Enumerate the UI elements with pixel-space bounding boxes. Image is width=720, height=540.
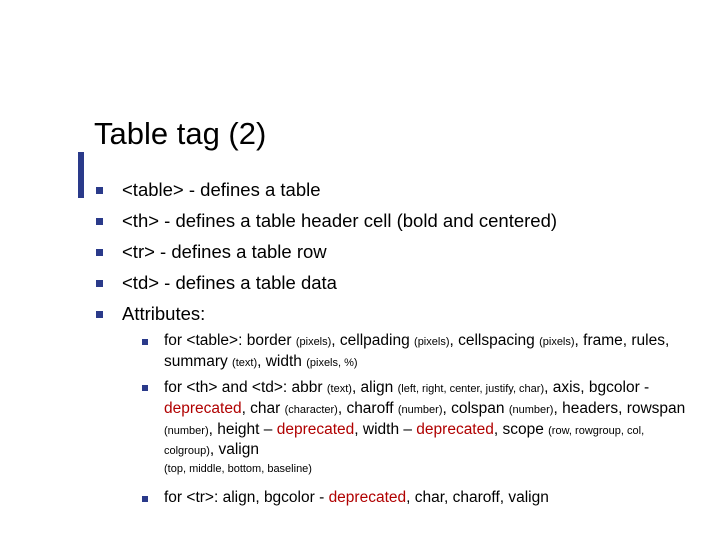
c-p8: (top, middle, bottom, baseline): [164, 463, 312, 475]
slide-title: Table tag (2): [94, 116, 266, 152]
c-s7: , height –: [209, 421, 277, 438]
c-s5: , colspan: [442, 400, 508, 417]
c-dep1: deprecated: [164, 400, 242, 417]
slide: Table tag (2) <table> - defines a table …: [0, 0, 720, 540]
bullet-table: <table> - defines a table: [96, 178, 686, 203]
bullet-td: <td> - defines a table data: [96, 271, 686, 296]
c-s4: , charoff: [338, 400, 398, 417]
t-lead: for <table>: border: [164, 332, 296, 349]
bullet-list: <table> - defines a table <th> - defines…: [96, 178, 686, 509]
c-s3: , char: [242, 400, 285, 417]
attr-for-th-td: for <th> and <td>: abbr (text), align (l…: [142, 378, 686, 478]
c-p3: (character): [285, 404, 338, 416]
r-tail: , char, charoff, valign: [406, 489, 549, 506]
c-p4: (number): [398, 404, 443, 416]
valign-values-wrap: (top, middle, bottom, baseline): [164, 461, 686, 477]
attributes-label: Attributes:: [122, 303, 205, 324]
c-s10: , valign: [210, 441, 259, 458]
c-p2: (left, right, center, justify, char): [398, 383, 545, 395]
attributes-sublist: for <table>: border (pixels), cellpading…: [142, 331, 686, 509]
c-p5: (number): [509, 404, 554, 416]
attr-for-tr: for <tr>: align, bgcolor - deprecated, c…: [142, 488, 686, 509]
t-s4: , width: [257, 353, 306, 370]
bullet-th: <th> - defines a table header cell (bold…: [96, 209, 686, 234]
t-p3: (pixels): [539, 336, 574, 348]
c-dep3: deprecated: [416, 421, 494, 438]
c-dep2: deprecated: [277, 421, 355, 438]
t-p1: (pixels): [296, 336, 331, 348]
attr-for-table: for <table>: border (pixels), cellpading…: [142, 331, 686, 373]
c-lead: for <th> and <td>: abbr: [164, 379, 327, 396]
t-s2: , cellspacing: [449, 332, 539, 349]
c-p1: (text): [327, 383, 352, 395]
t-p4: (text): [232, 357, 257, 369]
title-accent-bar: [78, 152, 84, 198]
c-s9: , scope: [494, 421, 548, 438]
c-s1: , align: [352, 379, 398, 396]
c-s6: , headers, rowspan: [553, 400, 685, 417]
c-p6: (number): [164, 425, 209, 437]
valign-values: (top, middle, bottom, baseline): [164, 461, 686, 477]
slide-body: <table> - defines a table <th> - defines…: [96, 178, 686, 515]
t-s1: , cellpading: [331, 332, 414, 349]
r-lead: for <tr>: align, bgcolor -: [164, 489, 329, 506]
bullet-attributes: Attributes: for <table>: border (pixels)…: [96, 302, 686, 509]
t-p2: (pixels): [414, 336, 449, 348]
t-p5: (pixels, %): [306, 357, 357, 369]
c-s2: , axis, bgcolor -: [544, 379, 649, 396]
c-s8: , width –: [354, 421, 416, 438]
r-dep: deprecated: [329, 489, 407, 506]
bullet-tr: <tr> - defines a table row: [96, 240, 686, 265]
